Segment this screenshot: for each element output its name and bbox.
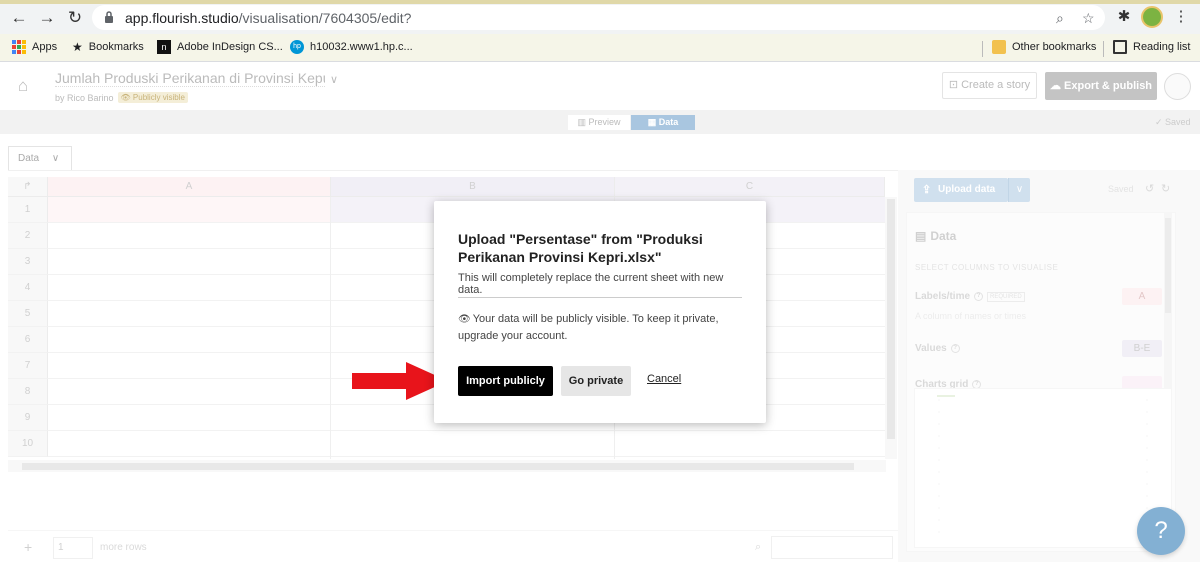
reading-list-icon [1113, 40, 1127, 54]
bookmark-hp[interactable]: hp h10032.www1.hp.c... [290, 40, 413, 54]
dialog-description: This will completely replace the current… [458, 272, 724, 296]
saved-status: ✓ Saved [1155, 117, 1191, 127]
folder-icon [992, 40, 1006, 54]
bookmarks-divider [1103, 41, 1104, 57]
dialog-title: Upload "Persentase" from "Produksi Perik… [458, 231, 703, 265]
bookmarks-divider [982, 41, 983, 57]
back-icon[interactable]: ← [9, 8, 29, 28]
byline: by Rico Barino 👁 Publicly visible [55, 92, 188, 103]
url-text: app.flourish.studio/visualisation/760430… [125, 10, 412, 26]
sheet-tab[interactable]: Data ∨ [8, 146, 72, 171]
export-publish-button[interactable]: ☁ Export & publish [1045, 72, 1157, 100]
forward-icon[interactable]: → [37, 8, 57, 28]
reload-icon[interactable]: ↻ [65, 8, 85, 28]
tab-data[interactable]: ▦ Data [631, 115, 695, 130]
menu-icon[interactable]: ⋮ [1172, 8, 1190, 26]
user-avatar[interactable] [1164, 73, 1191, 100]
address-bar[interactable]: app.flourish.studio/visualisation/760430… [92, 5, 1105, 30]
hp-icon: hp [290, 40, 304, 54]
dialog-divider [458, 297, 742, 298]
lock-icon [105, 11, 113, 23]
chevron-down-icon: ∨ [51, 153, 60, 164]
home-icon[interactable]: ⌂ [14, 77, 32, 95]
cancel-link[interactable]: Cancel [647, 373, 681, 385]
star-icon: ★ [72, 40, 83, 54]
visibility-note: 👁 Your data will be publicly visible. To … [458, 313, 719, 342]
star-icon[interactable]: ☆ [1082, 11, 1096, 25]
bookmark-indesign[interactable]: n Adobe InDesign CS... [157, 40, 283, 54]
bookmark-apps[interactable]: Apps [12, 40, 57, 54]
profile-avatar[interactable] [1141, 6, 1163, 28]
visualisation-title[interactable]: Jumlah Produski Perikanan di Provinsi Ke… [55, 70, 325, 87]
indesign-icon: n [157, 40, 171, 54]
tab-preview[interactable]: ▥ Preview [568, 115, 630, 130]
upload-dialog: Upload "Persentase" from "Produksi Perik… [434, 201, 766, 423]
mode-bar: ▥ Preview ▦ Data ✓ Saved [0, 110, 1200, 134]
extensions-icon[interactable]: ✱ [1115, 8, 1133, 26]
apps-icon [12, 40, 26, 54]
tab-strip [0, 0, 1200, 4]
app-header: ⌂ Jumlah Produski Perikanan di Provinsi … [0, 62, 1200, 110]
eye-icon: 👁 [458, 314, 471, 325]
visibility-badge: 👁 Publicly visible [117, 92, 188, 103]
browser-toolbar: ← → ↻ app.flourish.studio/visualisation/… [0, 0, 1200, 34]
bookmark-other[interactable]: Other bookmarks [992, 40, 1096, 54]
import-publicly-button[interactable]: Import publicly [458, 366, 553, 396]
create-story-button[interactable]: ⊡ Create a story [942, 72, 1037, 99]
zoom-icon[interactable]: ⌕ [1056, 11, 1070, 25]
bookmarks-bar: Apps ★ Bookmarks n Adobe InDesign CS... … [0, 34, 1200, 62]
go-private-button[interactable]: Go private [561, 366, 631, 396]
bookmark-bookmarks[interactable]: ★ Bookmarks [72, 40, 144, 54]
bookmark-reading-list[interactable]: Reading list [1113, 40, 1190, 54]
chevron-down-icon[interactable]: ∨ [330, 73, 338, 86]
